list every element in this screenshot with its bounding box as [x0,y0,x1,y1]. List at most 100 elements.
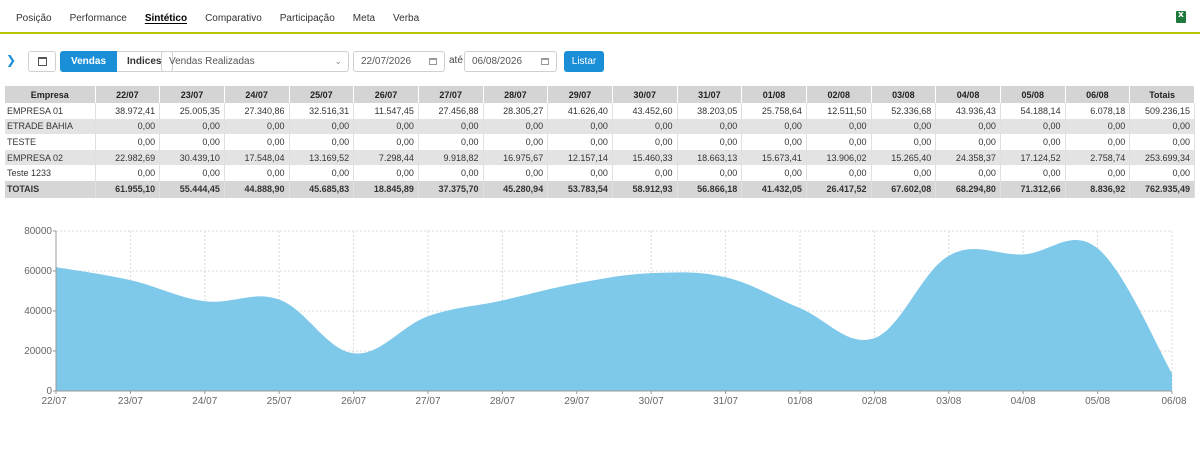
calendar-icon [541,58,549,65]
table-cell: 30.439,10 [159,149,225,166]
table-cell: 0,00 [159,134,225,150]
tab-posicao[interactable]: Posição [16,12,52,25]
chevron-right-icon[interactable]: ❯ [6,53,16,67]
table-cell: 0,00 [741,165,807,181]
table-cell: 6.078,18 [1065,103,1131,119]
table-cell: 0,00 [677,118,743,135]
table-cell: 0,00 [483,118,549,135]
totals-cell: 68.294,80 [935,180,1001,198]
x-tick-label: 31/07 [713,396,738,407]
table-cell: 28.305,27 [483,103,549,119]
table-cell: 0,00 [741,134,807,150]
table-cell: 0,00 [677,134,743,150]
table-cell: 0,00 [741,118,807,135]
table-cell: 27.340,86 [224,103,290,119]
y-tick-label: 60000 [24,266,52,277]
table-cell: 0,00 [1129,118,1195,135]
table-cell: 9.918,82 [418,149,484,166]
totals-cell: 26.417,52 [806,180,872,198]
table-cell: 0,00 [353,165,419,181]
table-cell: 0,00 [418,118,484,135]
table-cell: 0,00 [1000,165,1066,181]
metric-select[interactable]: Vendas Realizadas ⌄ [161,51,349,72]
table-cell: 22.982,69 [95,149,161,166]
table-cell: 0,00 [418,165,484,181]
table-cell: 0,00 [935,134,1001,150]
x-axis-labels: 22/07 23/07 24/07 25/07 26/07 27/07 28/07 29/07… [41,391,1187,407]
table-cell: 0,00 [483,165,549,181]
table-cell: 0,00 [1065,165,1131,181]
row-company-name: Teste 1233 [5,165,96,181]
table-cell: 7.298,44 [353,149,419,166]
x-tick-label: 02/08 [862,396,887,407]
table-cell: 0,00 [806,134,872,150]
tab-meta[interactable]: Meta [353,12,375,25]
table-cell: 0,00 [1000,134,1066,150]
tab-participacao[interactable]: Participação [280,12,335,25]
row-company-name: ETRADE BAHIA [5,118,96,135]
totals-label: TOTAIS [5,180,96,198]
totals-cell: 37.375,70 [418,180,484,198]
table-cell: 0,00 [1129,165,1195,181]
totals-cell: 71.312,66 [1000,180,1066,198]
date-range-separator: até [449,55,463,66]
column-header: 23/07 [159,86,225,103]
table-cell: 0,00 [95,118,161,135]
tab-comparativo[interactable]: Comparativo [205,12,262,25]
tab-verba[interactable]: Verba [393,12,419,25]
table-cell: 0,00 [224,118,290,135]
table-cell: 52.336,68 [871,103,937,119]
x-tick-label: 22/07 [41,396,66,407]
column-header: 26/07 [353,86,419,103]
totals-cell: 45.280,94 [483,180,549,198]
y-axis-labels: 020000400006000080000 [24,226,56,397]
table-cell: 0,00 [547,134,613,150]
column-header: 27/07 [418,86,484,103]
date-to-field[interactable]: 06/08/2026 [464,51,557,72]
table-cell: 41.626,40 [547,103,613,119]
totals-cell: 67.602,08 [871,180,937,198]
table-cell: 509.236,15 [1129,103,1195,119]
totals-cell: 58.912,93 [612,180,678,198]
calendar-icon [429,58,437,65]
x-tick-label: 01/08 [787,396,812,407]
y-tick-label: 80000 [24,226,52,237]
chevron-down-icon: ⌄ [334,56,342,66]
table-cell: 38.203,05 [677,103,743,119]
table-cell: 0,00 [353,134,419,150]
table-row: EMPRESA 01 38.972,41 25.005,35 27.340,86 32.… [5,103,1195,119]
totals-cell: 61.955,10 [95,180,161,198]
table-cell: 0,00 [95,134,161,150]
date-from-field[interactable]: 22/07/2026 [353,51,445,72]
totals-cell: 45.685,83 [289,180,355,198]
calendar-button[interactable] [28,51,56,72]
excel-export-icon[interactable] [1176,10,1186,23]
tab-sintetico[interactable]: Sintético [145,12,187,25]
totals-cell: 56.866,18 [677,180,743,198]
totals-row: TOTAIS 61.955,10 55.444,45 44.888,90 45.685,… [5,180,1195,198]
table-cell: 0,00 [353,118,419,135]
x-tick-label: 03/08 [936,396,961,407]
tab-bar: Posição Performance Sintético Comparativ… [16,12,437,25]
x-tick-label: 29/07 [564,396,589,407]
table-cell: 11.547,45 [353,103,419,119]
table-cell: 54.188,14 [1000,103,1066,119]
listar-button[interactable]: Listar [564,51,604,72]
table-cell: 0,00 [224,134,290,150]
table-cell: 0,00 [1000,118,1066,135]
table-cell: 25.758,64 [741,103,807,119]
table-cell: 0,00 [418,134,484,150]
row-company-name: EMPRESA 01 [5,103,96,119]
row-company-name: EMPRESA 02 [5,149,96,166]
totals-cell: 8.836,92 [1065,180,1131,198]
x-tick-label: 04/08 [1011,396,1036,407]
x-tick-label: 26/07 [341,396,366,407]
table-cell: 0,00 [289,118,355,135]
table-cell: 0,00 [806,118,872,135]
tab-performance[interactable]: Performance [70,12,127,25]
column-header-empresa: Empresa [5,86,96,103]
table-cell: 24.358,37 [935,149,1001,166]
vendas-button[interactable]: Vendas [60,51,118,72]
table-cell: 0,00 [547,118,613,135]
sales-area-chart: 020000400006000080000 22/07 23/07 24/07 25/… [24,226,1187,407]
